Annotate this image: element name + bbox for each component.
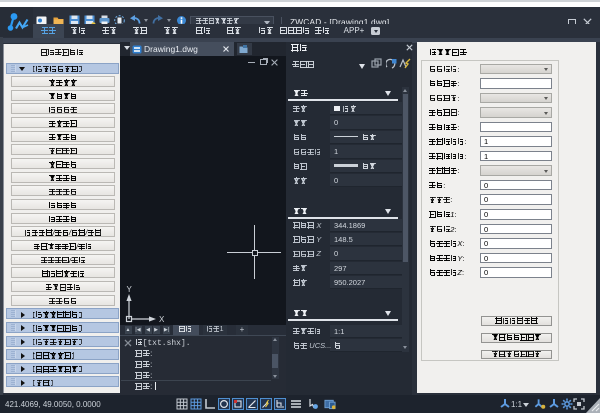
svg-text:Y: Y (127, 285, 133, 294)
svg-text:X: X (159, 315, 165, 324)
